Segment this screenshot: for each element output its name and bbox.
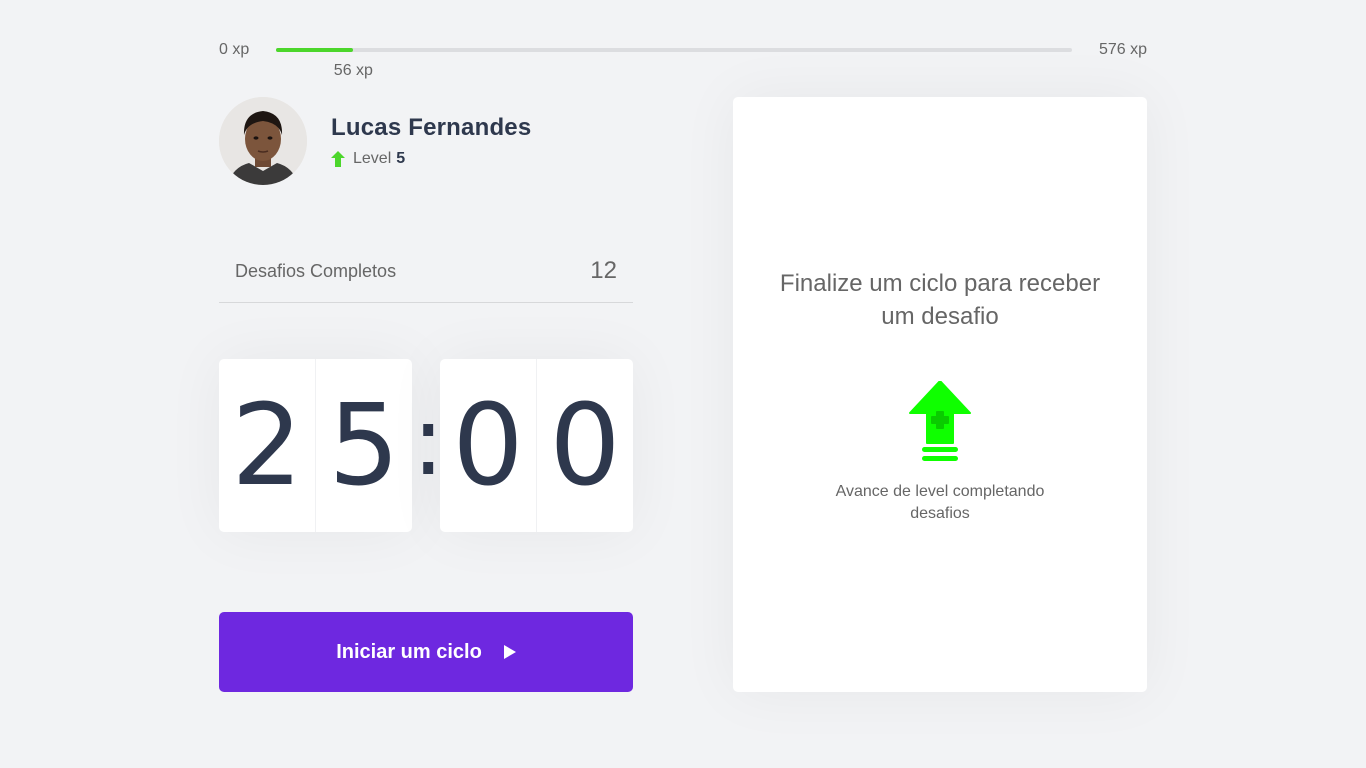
profile-level: Level 5 <box>331 150 531 168</box>
profile-info: Lucas Fernandes Level 5 <box>331 114 531 168</box>
countdown-minutes: 2 5 <box>219 359 412 532</box>
profile-name: Lucas Fernandes <box>331 114 532 141</box>
second-tens-digit: 0 <box>440 359 537 532</box>
play-icon <box>503 645 516 659</box>
challenge-box-hint: Avance de level completando desafios <box>835 483 1045 522</box>
completed-challenges-count: 12 <box>590 257 617 284</box>
completed-challenges-label: Desafios Completos <box>235 260 397 281</box>
countdown-timer: 2 5 : 0 0 <box>219 359 633 532</box>
level-up-arrow-icon <box>331 151 345 167</box>
challenge-box: Finalize um ciclo para receber um desafi… <box>733 97 1147 692</box>
xp-max-label: 576 xp <box>1098 41 1147 58</box>
level-up-icon <box>909 381 971 461</box>
level-value: 5 <box>396 150 406 167</box>
xp-min-label: 0 xp <box>219 41 250 58</box>
user-photo-icon <box>219 97 307 185</box>
level-label: Level <box>353 150 392 167</box>
profile: Lucas Fernandes Level 5 <box>219 97 531 185</box>
countdown-seconds: 0 0 <box>440 359 633 532</box>
second-ones-digit: 0 <box>549 380 621 511</box>
experience-bar: 0 xp 56 xp 576 xp <box>219 38 1147 79</box>
completed-challenges: Desafios Completos 12 <box>219 240 633 303</box>
countdown-separator: : <box>412 384 445 497</box>
start-cycle-label: Iniciar um ciclo <box>336 640 482 663</box>
xp-progress-fill <box>276 48 354 52</box>
xp-track <box>276 48 1072 52</box>
xp-current-label: 56 xp <box>333 62 373 79</box>
challenge-box-title: Finalize um ciclo para receber um desafi… <box>779 270 1101 330</box>
start-cycle-button[interactable]: Iniciar um ciclo <box>219 612 633 692</box>
avatar <box>219 97 307 185</box>
minute-ones-digit: 5 <box>328 380 400 511</box>
minute-tens-digit: 2 <box>219 359 316 532</box>
